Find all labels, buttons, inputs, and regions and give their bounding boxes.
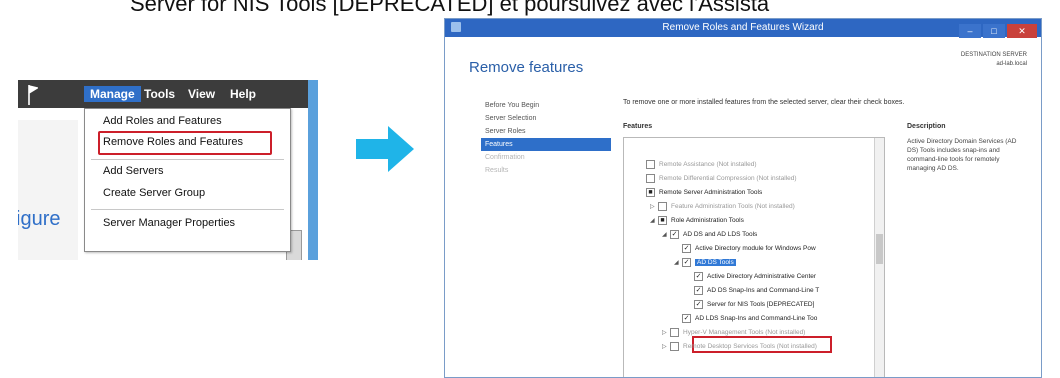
tree-item[interactable]: Remote Differential Compression (Not ins…	[638, 172, 797, 186]
collapse-icon[interactable]: ◢	[662, 228, 670, 242]
tree-item[interactable]: ▷ Feature Administration Tools (Not insta…	[650, 200, 795, 214]
checkbox[interactable]: ✓	[694, 285, 703, 295]
tree-item-label: Remote Desktop Services Tools (Not insta…	[683, 343, 817, 350]
checkbox[interactable]	[646, 159, 655, 169]
checkbox[interactable]: ✓	[682, 257, 691, 267]
tree-item-label: Server for NIS Tools [DEPRECATED]	[707, 301, 815, 308]
tree-item[interactable]: ✓ AD LDS Snap-Ins and Command-Line Too	[674, 312, 817, 326]
highlight-box	[98, 131, 272, 155]
tree-item[interactable]: ✓ AD DS Snap-Ins and Command-Line T	[686, 284, 819, 298]
expand-icon[interactable]: ▷	[662, 326, 670, 340]
flag-icon[interactable]	[28, 85, 38, 105]
destination-label: DESTINATION SERVER	[960, 52, 1027, 58]
maximize-icon[interactable]: □	[983, 24, 1005, 38]
tree-item-label: Remote Assistance (Not installed)	[659, 161, 757, 168]
nav-confirmation: Confirmation	[485, 154, 525, 161]
checkbox[interactable]: ✓	[670, 229, 679, 239]
manage-dropdown: Add Roles and Features Remove Roles and …	[84, 108, 291, 252]
checkbox[interactable]: ✓	[682, 243, 691, 253]
collapse-icon[interactable]: ◢	[650, 214, 658, 228]
description-label: Description	[907, 123, 946, 130]
checkbox[interactable]	[658, 201, 667, 211]
tree-item-label: Remote Server Administration Tools	[659, 189, 763, 196]
collapse-icon[interactable]: ◢	[674, 256, 682, 270]
tree-item[interactable]: ✓ Active Directory Administrative Center	[686, 270, 816, 284]
menu-item-create-server-group[interactable]: Create Server Group	[103, 187, 205, 199]
window-edge	[308, 80, 318, 260]
expand-icon[interactable]: ▷	[662, 340, 670, 354]
tree-item-label: AD DS Snap-Ins and Command-Line T	[707, 287, 820, 294]
tree-item-label: Hyper-V Management Tools (Not installed)	[683, 329, 806, 336]
close-icon[interactable]: ✕	[1007, 24, 1037, 38]
nav-features[interactable]: Features	[481, 138, 611, 151]
checkbox[interactable]	[646, 173, 655, 183]
tree-item[interactable]: ✓ Server for NIS Tools [DEPRECATED]	[686, 298, 814, 312]
menu-help[interactable]: Help	[224, 86, 262, 102]
tree-item[interactable]: ◢ ✓ AD DS Tools	[674, 256, 736, 270]
server-manager-body	[18, 120, 78, 260]
checkbox[interactable]: ■	[658, 215, 667, 225]
wizard-title: Remove Roles and Features Wizard	[662, 22, 824, 33]
features-label: Features	[623, 123, 653, 130]
wizard-nav: Before You Begin Server Selection Server…	[481, 99, 611, 177]
menu-item-add-servers[interactable]: Add Servers	[103, 165, 164, 177]
tree-item[interactable]: ✓ Active Directory module for Windows Pow	[674, 242, 816, 256]
tree-item[interactable]: ▷ Remote Desktop Services Tools (Not inst…	[662, 340, 817, 354]
tree-item-label: AD DS and AD LDS Tools	[683, 231, 758, 238]
checkbox[interactable]: ✓	[682, 313, 691, 323]
nav-server-selection[interactable]: Server Selection	[481, 112, 611, 125]
tree-item-label: Active Directory module for Windows Pow	[695, 245, 816, 252]
tree-item-label: Active Directory Administrative Center	[707, 273, 817, 280]
nav-before-you-begin[interactable]: Before You Begin	[481, 99, 611, 112]
checkbox[interactable]: ■	[646, 187, 655, 197]
caption-text: Server for NIS Tools [DEPRECATED] et pou…	[130, 0, 770, 16]
menu-manage[interactable]: Manage	[84, 86, 141, 102]
nav-server-roles[interactable]: Server Roles	[481, 125, 611, 138]
tree-item[interactable]: ◢ ■ Role Administration Tools	[650, 214, 744, 228]
tree-item[interactable]: Remote Assistance (Not installed)	[638, 158, 757, 172]
description-text: Active Directory Domain Services (AD DS)…	[907, 138, 1017, 172]
tree-item-label: AD DS Tools	[695, 259, 736, 266]
checkbox[interactable]: ✓	[694, 299, 703, 309]
checkbox[interactable]	[670, 341, 679, 351]
checkbox[interactable]	[670, 327, 679, 337]
expand-icon[interactable]: ▷	[650, 200, 658, 214]
tree-item[interactable]: ◢ ✓ AD DS and AD LDS Tools	[662, 228, 757, 242]
right-arrow-icon	[356, 126, 414, 172]
menu-item-add-roles[interactable]: Add Roles and Features	[103, 115, 222, 127]
tree-item-label: Remote Differential Compression (Not ins…	[659, 175, 797, 182]
tree-item[interactable]: ■ Remote Server Administration Tools	[638, 186, 762, 200]
features-tree[interactable]: Remote Assistance (Not installed) Remote …	[623, 137, 885, 377]
destination-value: ad-lab.local	[996, 61, 1027, 67]
tree-scrollbar[interactable]	[874, 138, 884, 377]
partial-heading: igure	[18, 208, 61, 230]
tree-item-label: AD LDS Snap-Ins and Command-Line Too	[695, 315, 818, 322]
menu-view[interactable]: View	[182, 86, 221, 102]
instruction-text: To remove one or more installed features…	[623, 99, 905, 106]
remove-features-wizard: Remove Roles and Features Wizard – □ ✕ Rem…	[444, 18, 1042, 378]
minimize-icon[interactable]: –	[959, 24, 981, 38]
wizard-titlebar: Remove Roles and Features Wizard – □ ✕	[445, 19, 1041, 38]
page-title: Remove features	[469, 59, 584, 76]
nav-results: Results	[485, 167, 509, 174]
tree-item[interactable]: ▷ Hyper-V Management Tools (Not installed…	[662, 326, 805, 340]
destination-server: DESTINATION SERVER ad-lab.local	[961, 51, 1027, 69]
server-manager-crop: Manage Tools View Help igure Add Roles a…	[18, 80, 318, 260]
menu-tools[interactable]: Tools	[138, 86, 181, 102]
scroll-thumb[interactable]	[876, 234, 883, 264]
tree-item-label: Role Administration Tools	[671, 217, 744, 224]
checkbox[interactable]: ✓	[694, 271, 703, 281]
divider	[91, 159, 284, 160]
tree-item-label: Feature Administration Tools (Not instal…	[671, 203, 795, 210]
divider	[91, 209, 284, 210]
menu-item-server-manager-properties[interactable]: Server Manager Properties	[103, 217, 235, 229]
server-manager-toolbar: Manage Tools View Help	[18, 80, 318, 108]
